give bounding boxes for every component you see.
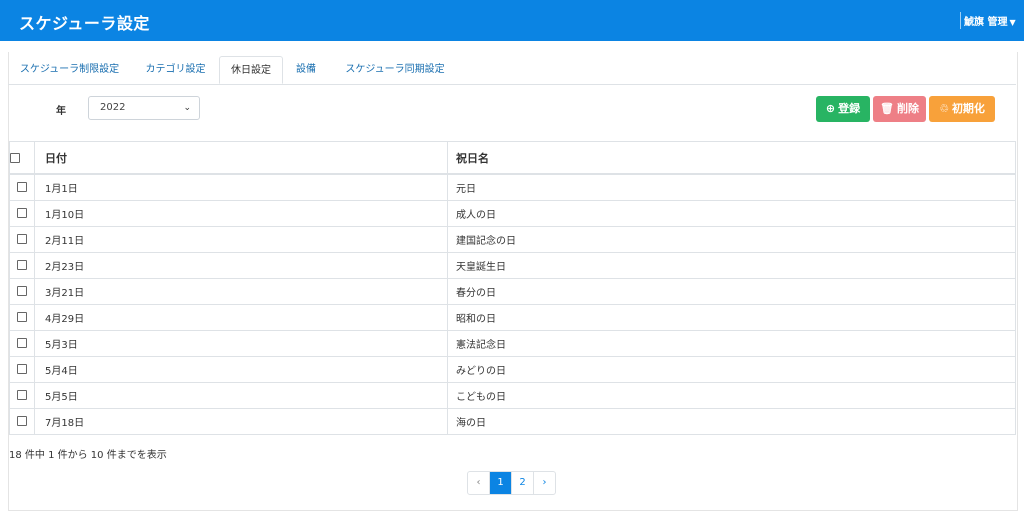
cell-date: 7月18日 <box>34 408 448 435</box>
chevron-down-icon: ⌄ <box>183 103 191 113</box>
table-row[interactable]: 3月21日 春分の日 <box>9 278 1016 305</box>
cell-date: 2月11日 <box>34 226 448 253</box>
cell-date: 4月29日 <box>34 304 448 331</box>
table-row[interactable]: 1月10日 成人の日 <box>9 200 1016 227</box>
delete-button[interactable]: 🗑 削除 <box>873 96 926 122</box>
cell-date: 5月5日 <box>34 382 448 409</box>
row-checkbox[interactable] <box>17 390 27 400</box>
cell-name: 昭和の日 <box>447 304 1016 331</box>
row-checkbox[interactable] <box>17 260 27 270</box>
cell-name: 海の日 <box>447 408 1016 435</box>
header-divider <box>960 12 961 29</box>
page-2-button[interactable]: 2 <box>512 472 534 494</box>
year-label: 年 <box>56 106 66 117</box>
app-title: スケジューラ設定 <box>19 14 150 33</box>
delete-label: 削除 <box>896 102 919 115</box>
table-row[interactable]: 4月29日 昭和の日 <box>9 304 1016 331</box>
prev-page-button[interactable]: ‹ <box>468 472 490 494</box>
cell-name: 春分の日 <box>447 278 1016 305</box>
table-row[interactable]: 2月11日 建国記念の日 <box>9 226 1016 253</box>
table-header-row: 日付 祝日名 <box>9 141 1016 175</box>
table-row[interactable]: 5月4日 みどりの日 <box>9 356 1016 383</box>
pagination: ‹ 1 2 › <box>467 471 556 495</box>
row-checkbox[interactable] <box>17 312 27 322</box>
cell-name: 建国記念の日 <box>447 226 1016 253</box>
table-row[interactable]: 7月18日 海の日 <box>9 408 1016 435</box>
row-checkbox[interactable] <box>17 338 27 348</box>
recycle-icon: ♲ <box>939 102 949 115</box>
tab-scheduler-sync[interactable]: スケジューラ同期設定 <box>333 56 457 84</box>
column-header-date[interactable]: 日付 <box>34 141 448 175</box>
row-checkbox[interactable] <box>17 182 27 192</box>
user-name: 鯱旗 管理 <box>964 17 1008 28</box>
table-row[interactable]: 5月5日 こどもの日 <box>9 382 1016 409</box>
register-button[interactable]: ⊕ 登録 <box>816 96 870 122</box>
table-row[interactable]: 2月23日 天皇誕生日 <box>9 252 1016 279</box>
column-header-name[interactable]: 祝日名 <box>447 141 1016 175</box>
holiday-table: 日付 祝日名 1月1日 元日 1月10日 成人の日 2月11日 建国記念の日 2月23… <box>9 141 1016 435</box>
row-checkbox[interactable] <box>17 364 27 374</box>
row-checkbox[interactable] <box>17 286 27 296</box>
cell-date: 5月3日 <box>34 330 448 357</box>
cell-date: 2月23日 <box>34 252 448 279</box>
cell-date: 1月1日 <box>34 173 448 201</box>
year-select[interactable]: 2022 ⌄ <box>88 96 200 120</box>
table-summary: 18 件中 1 件から 10 件までを表示 <box>9 450 167 461</box>
app-header: スケジューラ設定 鯱旗 管理 ▼ <box>0 0 1024 41</box>
cell-date: 5月4日 <box>34 356 448 383</box>
cell-name: 憲法記念日 <box>447 330 1016 357</box>
select-all-checkbox[interactable] <box>10 153 20 163</box>
table-row[interactable]: 5月3日 憲法記念日 <box>9 330 1016 357</box>
table-row[interactable]: 1月1日 元日 <box>9 173 1016 201</box>
cell-date: 1月10日 <box>34 200 448 227</box>
tab-holidays[interactable]: 休日設定 <box>219 56 283 84</box>
settings-tabs: スケジューラ制限設定 カテゴリ設定 休日設定 設備 スケジューラ同期設定 <box>8 56 1016 85</box>
cell-date: 3月21日 <box>34 278 448 305</box>
cell-name: 元日 <box>447 173 1016 201</box>
reset-label: 初期化 <box>951 102 985 115</box>
plus-circle-icon: ⊕ <box>825 102 836 115</box>
trash-icon: 🗑 <box>880 102 894 115</box>
tab-scheduler-limits[interactable]: スケジューラ制限設定 <box>8 56 131 84</box>
page-1-button[interactable]: 1 <box>490 472 512 494</box>
user-menu[interactable]: 鯱旗 管理 ▼ <box>964 13 1016 28</box>
next-page-button[interactable]: › <box>534 472 555 494</box>
tab-category[interactable]: カテゴリ設定 <box>136 56 215 84</box>
register-label: 登録 <box>838 102 861 115</box>
row-checkbox[interactable] <box>17 416 27 426</box>
reset-button[interactable]: ♲ 初期化 <box>929 96 995 122</box>
tab-equipment[interactable]: 設備 <box>288 56 324 84</box>
caret-down-icon: ▼ <box>1009 18 1016 27</box>
cell-name: こどもの日 <box>447 382 1016 409</box>
cell-name: 天皇誕生日 <box>447 252 1016 279</box>
row-checkbox[interactable] <box>17 208 27 218</box>
year-value: 2022 <box>100 102 126 113</box>
cell-name: 成人の日 <box>447 200 1016 227</box>
cell-name: みどりの日 <box>447 356 1016 383</box>
row-checkbox[interactable] <box>17 234 27 244</box>
